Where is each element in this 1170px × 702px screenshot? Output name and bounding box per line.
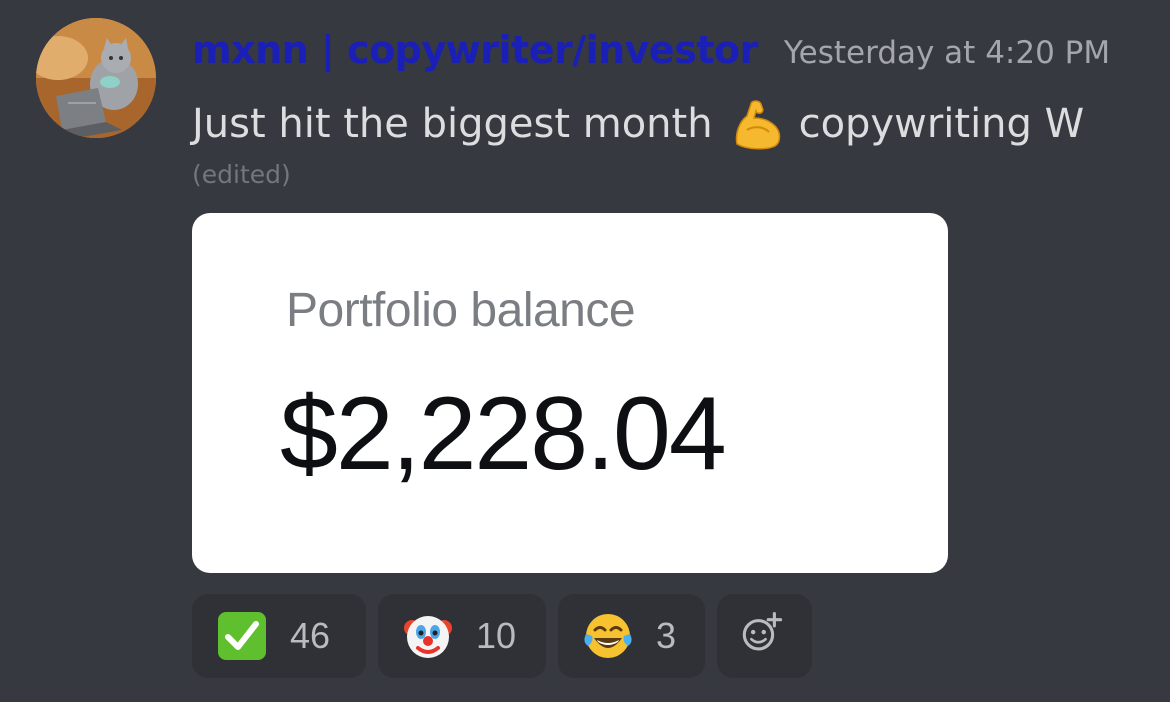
- message-header: mxnn | copywriter/investor Yesterday at …: [192, 28, 1110, 80]
- flexed-biceps-icon: [729, 96, 785, 152]
- reaction-check-mark[interactable]: 46: [192, 594, 366, 678]
- reaction-clown[interactable]: 10: [378, 594, 546, 678]
- reaction-count: 3: [656, 615, 677, 656]
- add-reaction-button[interactable]: [717, 594, 812, 678]
- reaction-bar: 46 10 3: [192, 594, 812, 678]
- clown-face-icon: [402, 610, 454, 662]
- image-attachment[interactable]: Portfolio balance $2,228.04: [192, 213, 948, 573]
- cat-laptop-icon: [36, 18, 156, 138]
- message-content: Just hit the biggest month copywriting W: [192, 96, 1084, 152]
- user-avatar[interactable]: [36, 18, 156, 138]
- tears-of-joy-icon: [582, 610, 634, 662]
- portfolio-value: $2,228.04: [280, 376, 727, 492]
- chat-message: mxnn | copywriter/investor Yesterday at …: [0, 0, 1170, 702]
- reaction-tears-of-joy[interactable]: 3: [558, 594, 705, 678]
- timestamp[interactable]: Yesterday at 4:20 PM: [784, 35, 1110, 71]
- message-text-start: Just hit the biggest month: [192, 101, 713, 147]
- message-text-end: copywriting W: [798, 101, 1085, 147]
- username[interactable]: mxnn | copywriter/investor: [192, 28, 758, 72]
- portfolio-label: Portfolio balance: [286, 284, 636, 337]
- check-mark-button-icon: [216, 610, 268, 662]
- reaction-count: 46: [290, 615, 331, 656]
- edited-label: (edited): [192, 160, 291, 189]
- reaction-count: 10: [476, 615, 517, 656]
- add-reaction-icon: [739, 610, 791, 662]
